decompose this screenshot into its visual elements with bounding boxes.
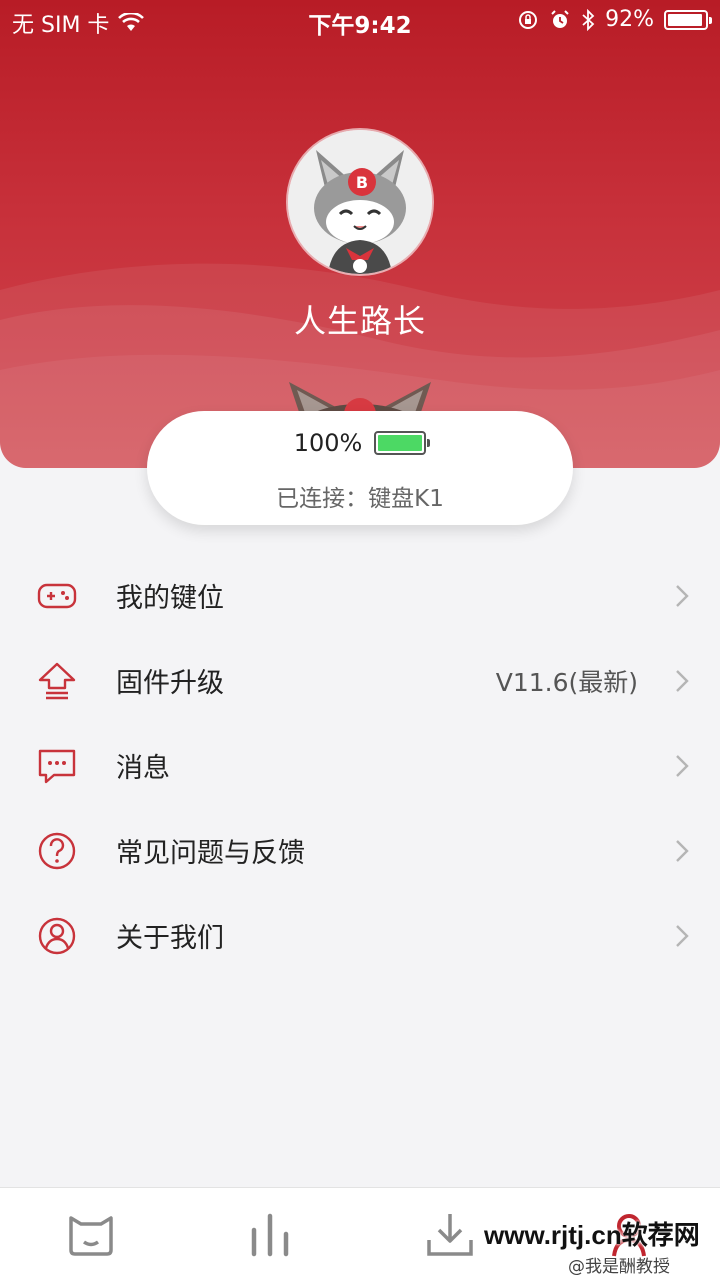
menu-item-about-us[interactable]: 关于我们 [0,893,720,978]
menu-item-faq-feedback[interactable]: 常见问题与反馈 [0,808,720,893]
chevron-right-icon [676,585,689,607]
avatar[interactable]: B [288,130,432,274]
bar-chart-icon[interactable] [246,1210,296,1260]
menu-item-label: 常见问题与反馈 [116,838,305,869]
bluetooth-icon [582,8,595,31]
user-circle-icon [38,917,76,955]
menu-item-label: 关于我们 [116,923,224,954]
cat-mascot-avatar: B [288,130,432,274]
question-icon [38,832,76,870]
menu-item-my-keys[interactable]: 我的键位 [0,553,720,638]
menu-item-label: 固件升级 [116,668,224,699]
cat-face-icon[interactable] [66,1210,116,1260]
chevron-right-icon [676,670,689,692]
download-icon[interactable] [425,1210,475,1260]
message-icon [38,749,76,784]
watermark-credit: @我是酬教授 [568,1257,670,1277]
battery-percent: 92% [605,7,654,32]
orientation-lock-icon [519,10,538,29]
settings-menu: 我的键位 固件升级 V11.6(最新) 消息 常见问题与反馈 关于我们 [0,553,720,978]
watermark-site: www.rjtj.cn软荐网 [484,1220,700,1250]
menu-item-label: 我的键位 [116,583,224,614]
device-status-card[interactable]: 100% 已连接：键盘K1 [147,411,573,525]
device-battery-percent: 100% [293,429,363,457]
device-battery-icon [374,431,431,455]
status-bar: 无 SIM 卡 下午9:42 92% [0,0,720,40]
upgrade-icon [38,662,76,700]
chevron-right-icon [676,755,689,777]
menu-item-firmware-upgrade[interactable]: 固件升级 V11.6(最新) [0,638,720,723]
firmware-version: V11.6(最新) [495,667,638,697]
connection-status: 已连接：键盘K1 [276,486,444,512]
menu-item-messages[interactable]: 消息 [0,723,720,808]
chevron-right-icon [676,925,689,947]
device-battery-row: 100% [147,429,573,457]
battery-icon [664,9,712,30]
svg-text:B: B [356,173,368,192]
username: 人生路长 [293,302,426,340]
menu-item-label: 消息 [116,753,170,784]
chevron-right-icon [676,840,689,862]
gamepad-icon [37,583,77,609]
alarm-icon [551,9,569,28]
